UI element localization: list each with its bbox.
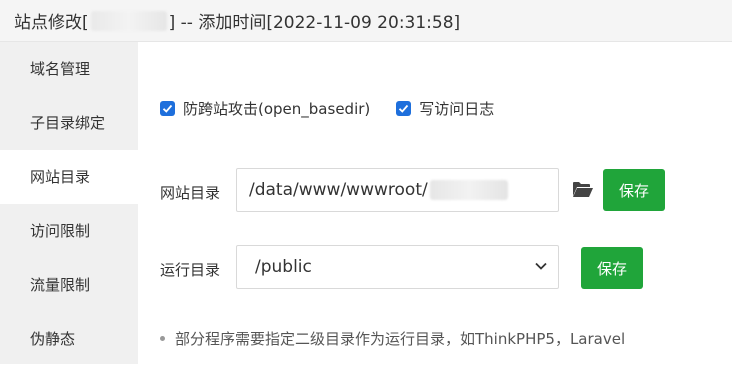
check-icon	[162, 104, 173, 113]
sidebar-item-access-limit[interactable]: 访问限制	[0, 204, 138, 258]
sidebar-item-traffic-limit[interactable]: 流量限制	[0, 258, 138, 312]
access-log-label: 写访问日志	[419, 100, 495, 118]
site-dir-label: 网站目录	[160, 184, 221, 202]
title-suffix: ] -- 添加时间[2022-11-09 20:31:58]	[168, 13, 461, 33]
redacted-path	[429, 180, 508, 200]
run-dir-save-button[interactable]: 保存	[581, 247, 643, 289]
open-basedir-label: 防跨站攻击(open_basedir)	[183, 100, 371, 118]
folder-open-icon[interactable]	[572, 181, 594, 202]
bullet-dot	[160, 336, 165, 341]
dialog-titlebar: 站点修改[ ] -- 添加时间[2022-11-09 20:31:58]	[0, 0, 732, 42]
sidebar: 域名管理 子目录绑定 网站目录 访问限制 流量限制 伪静态	[0, 42, 138, 364]
site-dir-input[interactable]: /data/www/wwwroot/	[236, 168, 559, 212]
run-dir-label: 运行目录	[160, 261, 221, 279]
title-prefix: 站点修改[	[14, 13, 89, 33]
main-content: 防跨站攻击(open_basedir) 写访问日志 网站目录 /data/www…	[138, 42, 732, 364]
access-log-checkbox[interactable]	[396, 101, 412, 116]
site-dir-save-button[interactable]: 保存	[603, 169, 665, 211]
sidebar-item-site-dir[interactable]: 网站目录	[0, 150, 138, 204]
options-row: 防跨站攻击(open_basedir) 写访问日志	[160, 98, 520, 119]
redacted-site-name	[90, 10, 167, 31]
dialog-title: 站点修改[ ] -- 添加时间[2022-11-09 20:31:58]	[14, 8, 460, 33]
sidebar-item-rewrite[interactable]: 伪静态	[0, 312, 138, 366]
open-basedir-checkbox[interactable]	[160, 101, 175, 116]
check-icon	[399, 104, 409, 113]
sidebar-item-domain[interactable]: 域名管理	[0, 42, 138, 96]
sidebar-item-subdir-binding[interactable]: 子目录绑定	[0, 96, 138, 150]
open-basedir-option[interactable]: 防跨站攻击(open_basedir)	[160, 98, 370, 119]
chevron-down-icon	[535, 262, 547, 270]
access-log-option[interactable]: 写访问日志	[396, 98, 494, 119]
site-dir-value: /data/www/wwwroot/	[249, 180, 428, 200]
run-dir-value: /public	[255, 257, 312, 277]
run-dir-select[interactable]: /public	[236, 245, 559, 289]
run-dir-note-text: 部分程序需要指定二级目录作为运行目录，如ThinkPHP5，Laravel	[175, 330, 626, 348]
run-dir-note: 部分程序需要指定二级目录作为运行目录，如ThinkPHP5，Laravel	[160, 328, 625, 349]
